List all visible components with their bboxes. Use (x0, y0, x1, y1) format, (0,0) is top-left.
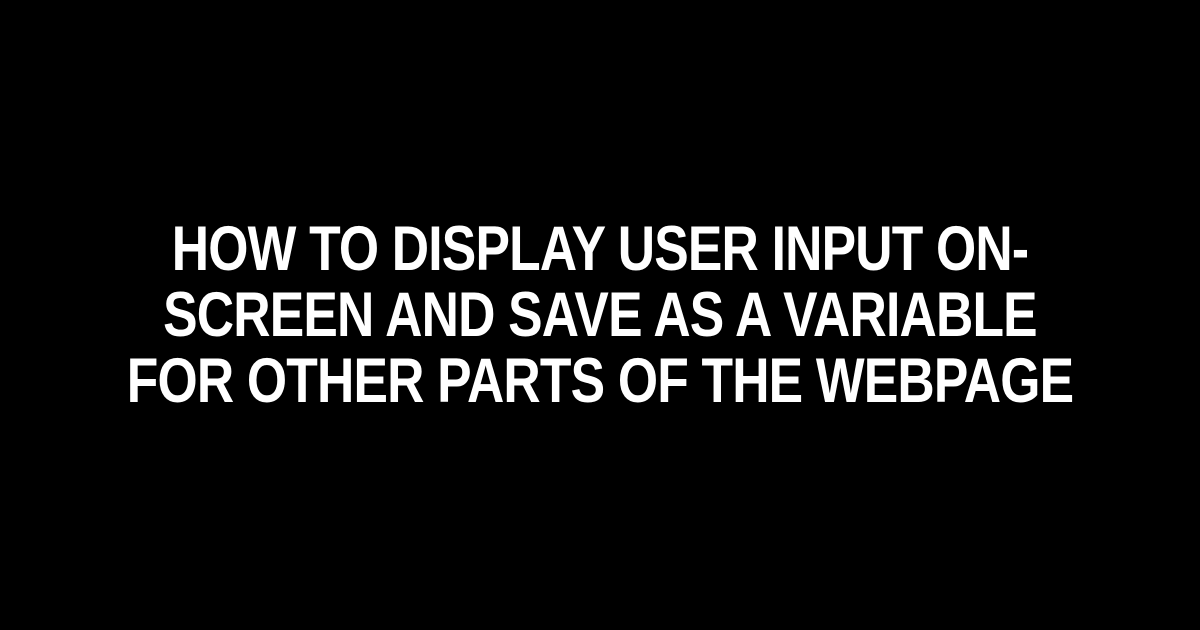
page-title: How to Display User Input On-Screen and … (108, 216, 1092, 414)
